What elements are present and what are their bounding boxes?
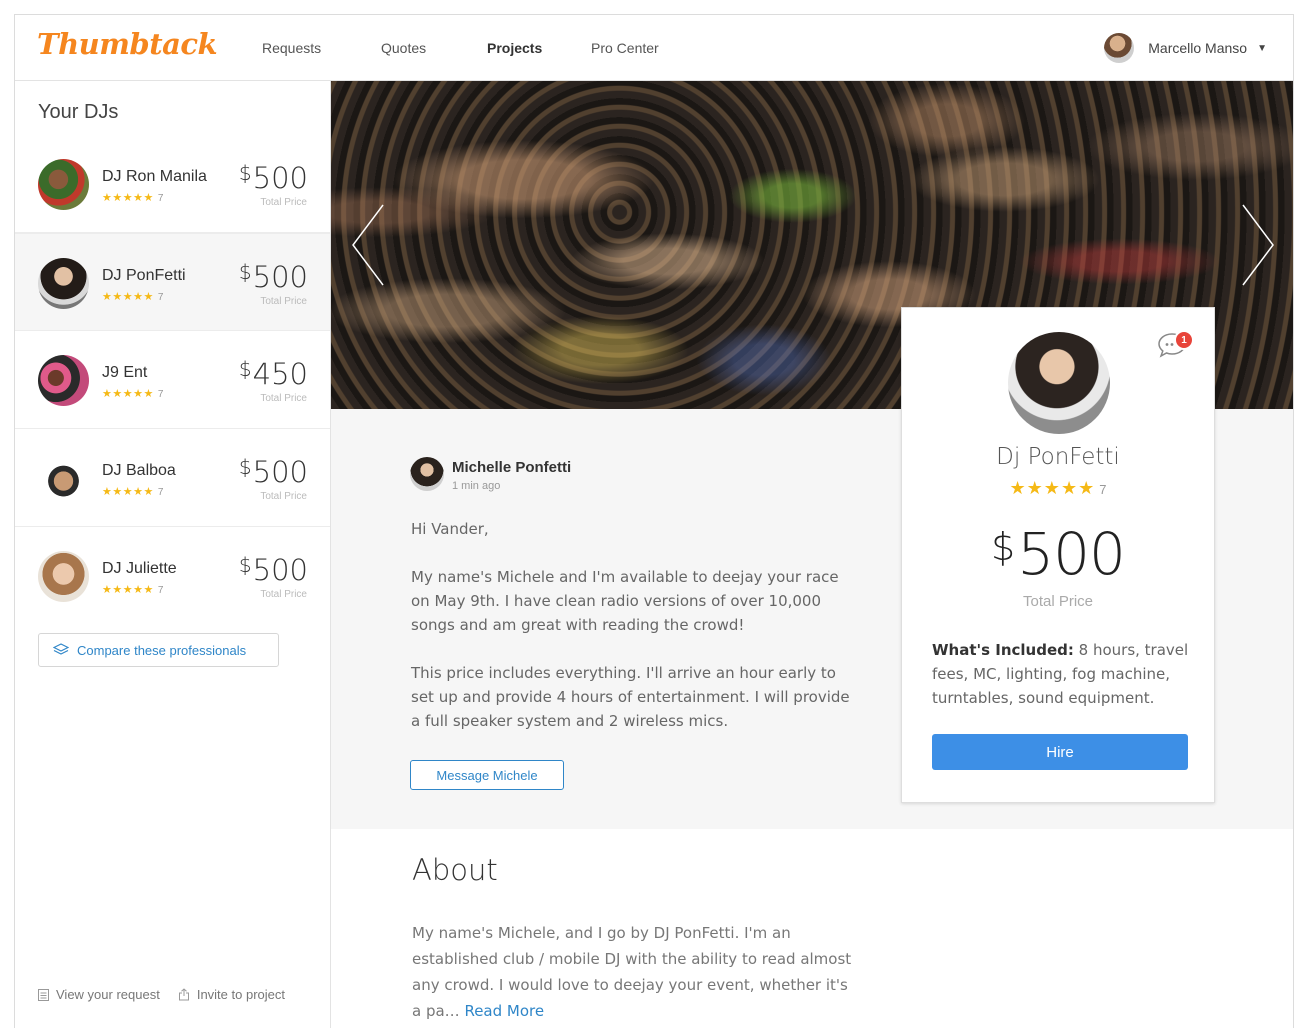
sender-avatar bbox=[410, 457, 444, 491]
user-name: Marcello Manso bbox=[1148, 40, 1248, 56]
top-navbar: Thumbtack Requests Quotes Projects Pro C… bbox=[15, 15, 1293, 81]
dj-price-label: Total Price bbox=[260, 296, 307, 307]
dj-avatar bbox=[38, 355, 89, 406]
dj-price: $500 bbox=[238, 553, 308, 587]
dj-rating: ★★★★★ 7 bbox=[102, 388, 164, 400]
dj-list-item[interactable]: DJ Ron Manila ★★★★★ 7 $500 Total Price bbox=[15, 135, 330, 233]
sender-name: Michelle Ponfetti bbox=[452, 459, 572, 476]
caret-down-icon: ▼ bbox=[1257, 42, 1267, 54]
dj-price: $500 bbox=[238, 260, 308, 294]
dj-name: DJ Juliette bbox=[102, 560, 177, 577]
invite-to-project-link[interactable]: Invite to project bbox=[178, 987, 285, 1002]
whats-included: What's Included: 8 hours, travel fees, M… bbox=[932, 641, 1189, 707]
quote-card: 1 Dj PonFetti ★★★★★ 7 $500 Total Price Wh… bbox=[901, 307, 1215, 803]
dj-avatar bbox=[38, 258, 89, 309]
dj-rating: ★★★★★ 7 bbox=[102, 486, 164, 498]
dj-name: J9 Ent bbox=[102, 364, 148, 381]
about-heading: About bbox=[412, 853, 498, 887]
dj-name: DJ Balboa bbox=[102, 462, 176, 479]
dj-price-label: Total Price bbox=[260, 197, 307, 208]
message-time: 1 min ago bbox=[452, 480, 501, 492]
message-body: Hi Vander, My name's Michele and I'm ava… bbox=[411, 517, 851, 757]
nav-quotes[interactable]: Quotes bbox=[381, 40, 426, 56]
dj-price: $500 bbox=[238, 161, 308, 195]
share-icon bbox=[178, 988, 189, 1001]
layers-icon bbox=[53, 643, 69, 655]
dj-price-label: Total Price bbox=[260, 589, 307, 600]
view-request-label: View your request bbox=[56, 987, 160, 1002]
dj-list-item[interactable]: J9 Ent ★★★★★ 7 $450 Total Price bbox=[15, 331, 330, 429]
nav-requests[interactable]: Requests bbox=[262, 40, 321, 56]
dj-rating: ★★★★★ 7 bbox=[102, 584, 164, 596]
dj-rating: ★★★★★ 7 bbox=[102, 192, 164, 204]
invite-label: Invite to project bbox=[196, 987, 285, 1002]
message-paragraph: My name's Michele and I'm available to d… bbox=[411, 568, 839, 634]
dj-price-label: Total Price bbox=[260, 393, 307, 404]
dj-list-item[interactable]: DJ Balboa ★★★★★ 7 $500 Total Price bbox=[15, 429, 330, 527]
message-paragraph: This price includes everything. I'll arr… bbox=[411, 664, 850, 730]
compare-professionals-button[interactable]: Compare these professionals bbox=[38, 633, 279, 667]
sidebar-title: Your DJs bbox=[38, 101, 119, 123]
about-text: My name's Michele, and I go by DJ PonFet… bbox=[412, 920, 852, 1024]
dj-avatar bbox=[38, 551, 89, 602]
dj-name: DJ Ron Manila bbox=[102, 168, 207, 185]
dj-price: $450 bbox=[238, 357, 308, 391]
document-icon bbox=[38, 988, 49, 1001]
unread-badge: 1 bbox=[1174, 330, 1194, 350]
message-greeting: Hi Vander, bbox=[411, 520, 489, 538]
thumbtack-logo[interactable]: Thumbtack bbox=[37, 27, 218, 61]
dj-avatar bbox=[38, 159, 89, 210]
quote-price: $500 bbox=[991, 520, 1126, 588]
dj-sidebar: Your DJs DJ Ron Manila ★★★★★ 7 $500 Total… bbox=[15, 81, 331, 1028]
user-menu[interactable]: Marcello Manso ▼ bbox=[1104, 31, 1267, 65]
nav-projects[interactable]: Projects bbox=[487, 40, 542, 56]
message-michele-button[interactable]: Message Michele bbox=[410, 760, 564, 790]
dj-list-item[interactable]: DJ PonFetti ★★★★★ 7 $500 Total Price bbox=[15, 233, 330, 331]
dj-list-item[interactable]: DJ Juliette ★★★★★ 7 $500 Total Price bbox=[15, 527, 330, 625]
sidebar-footer: View your request Invite to project bbox=[38, 987, 303, 1002]
view-request-link[interactable]: View your request bbox=[38, 987, 160, 1002]
dj-price: $500 bbox=[238, 455, 308, 489]
read-more-link[interactable]: Read More bbox=[464, 1002, 544, 1020]
chevron-right-icon[interactable] bbox=[1237, 203, 1277, 287]
dj-avatar bbox=[38, 453, 89, 504]
compare-label: Compare these professionals bbox=[77, 642, 247, 658]
user-avatar bbox=[1104, 33, 1135, 63]
nav-pro-center[interactable]: Pro Center bbox=[591, 40, 659, 56]
hire-button[interactable]: Hire bbox=[932, 734, 1188, 770]
pro-avatar bbox=[1008, 332, 1110, 434]
app-frame: Thumbtack Requests Quotes Projects Pro C… bbox=[14, 14, 1294, 1028]
chevron-left-icon[interactable] bbox=[349, 203, 389, 287]
message-header: Michelle Ponfetti 1 min ago bbox=[410, 457, 571, 492]
pro-rating: ★★★★★ 7 bbox=[1009, 478, 1107, 498]
quote-price-label: Total Price bbox=[1022, 593, 1094, 610]
dj-rating: ★★★★★ 7 bbox=[102, 291, 164, 303]
dj-name: DJ PonFetti bbox=[102, 267, 186, 284]
pro-name: Dj PonFetti bbox=[996, 444, 1120, 470]
dj-price-label: Total Price bbox=[260, 491, 307, 502]
